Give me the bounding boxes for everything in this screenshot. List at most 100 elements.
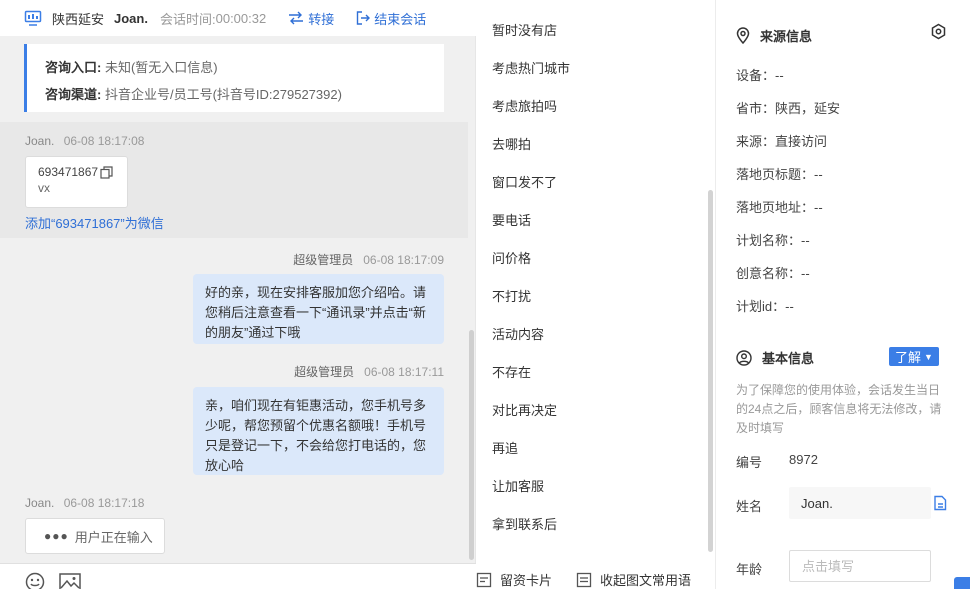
- emoji-icon[interactable]: [25, 572, 45, 589]
- edit-doc-icon[interactable]: [933, 495, 947, 511]
- transfer-button[interactable]: 转接: [288, 9, 334, 28]
- consult-entry-key: 咨询入口:: [45, 60, 102, 75]
- name-value: Joan.: [801, 495, 833, 511]
- typing-dots-icon: ●●●: [44, 529, 69, 543]
- contact-card[interactable]: 693471867 vx: [25, 156, 128, 208]
- landing-title-field: 落地页标题：--: [736, 167, 823, 182]
- message-time: 06-08 18:17:18: [63, 496, 145, 510]
- end-session-label: 结束会话: [374, 11, 427, 27]
- message-sender: 超级管理员: [293, 253, 354, 267]
- image-icon[interactable]: [59, 572, 81, 589]
- session-time: 00:00:32: [215, 10, 267, 26]
- learn-more-dropdown[interactable]: 了解 ▼: [889, 347, 939, 366]
- agent-message-bubble: 亲，咱们现在有钜惠活动，您手机号多少呢，帮您预留个优惠名额哦！手机号只是登记一下…: [193, 387, 444, 475]
- consult-entry-value: 未知(暂无入口信息): [104, 60, 218, 75]
- phrase-item[interactable]: 暂时没有店: [492, 20, 557, 39]
- message-meta: 超级管理员 06-08 18:17:09: [293, 251, 444, 268]
- age-label: 年龄: [736, 562, 763, 577]
- phrase-item[interactable]: 再追: [492, 438, 518, 457]
- consult-channel-row: 咨询渠道: 抖音企业号/员工号(抖音号ID:279527392): [45, 81, 444, 108]
- edit-notice: 为了保障您的使用体验，会话发生当日的24点之后，顾客信息将无法修改，请及时填写: [736, 383, 942, 435]
- consult-entry-row: 咨询入口: 未知(暂无入口信息): [45, 54, 444, 81]
- customer-name: Joan.: [114, 10, 148, 26]
- transfer-icon: [289, 11, 304, 25]
- message-meta: 超级管理员 06-08 18:17:11: [294, 363, 444, 380]
- phrase-item[interactable]: 问价格: [492, 248, 531, 267]
- message-sender: 超级管理员: [294, 365, 355, 379]
- message-sender: Joan.: [25, 134, 55, 148]
- landing-url-field: 落地页地址：--: [736, 200, 823, 215]
- contact-number-row: 693471867: [38, 165, 127, 179]
- name-field[interactable]: Joan.: [789, 487, 931, 519]
- phrase-item[interactable]: 不存在: [492, 362, 531, 381]
- collapse-phrases-button[interactable]: 收起图文常用语: [576, 570, 691, 589]
- phrase-item[interactable]: 拿到联系后: [492, 514, 557, 533]
- add-wechat-link[interactable]: 添加“693471867”为微信: [25, 213, 164, 232]
- copy-icon[interactable]: [100, 165, 113, 179]
- lead-card-button[interactable]: 留资卡片: [476, 570, 552, 589]
- phrase-item[interactable]: 让加客服: [492, 476, 544, 495]
- message-time: 06-08 18:17:09: [363, 253, 444, 267]
- collapse-phrases-label: 收起图文常用语: [600, 573, 692, 588]
- caret-down-icon: ▼: [924, 351, 933, 362]
- message-sender: Joan.: [25, 496, 55, 510]
- message-list[interactable]: Joan. 06-08 18:17:08 693471867 vx 添加“693…: [0, 122, 468, 562]
- id-label: 编号: [736, 455, 763, 470]
- phrase-item[interactable]: 去哪拍: [492, 134, 531, 153]
- phrase-footer: 留资卡片 收起图文常用语: [476, 570, 716, 589]
- contact-type: vx: [38, 181, 50, 195]
- message-time: 06-08 18:17:11: [364, 365, 444, 379]
- chat-header: 陕西延安 Joan. 会话时间: 00:00:32 转接 结束会话: [0, 0, 476, 36]
- phrase-item[interactable]: 活动内容: [492, 324, 544, 343]
- phrase-item[interactable]: 窗口发不了: [492, 172, 557, 191]
- card-icon: [476, 572, 492, 587]
- transfer-label: 转接: [308, 11, 335, 27]
- collapse-icon: [576, 572, 592, 587]
- user-circle-icon: [736, 349, 752, 366]
- basic-info-title: 基本信息: [736, 348, 814, 367]
- learn-more-label: 了解: [895, 350, 922, 365]
- customer-message: Joan. 06-08 18:17:08 693471867 vx 添加“693…: [0, 122, 468, 238]
- customer-location: 陕西延安: [52, 11, 105, 27]
- phrase-item[interactable]: 考虑旅拍吗: [492, 96, 557, 115]
- monitor-icon: [24, 10, 42, 26]
- phrase-item[interactable]: 不打扰: [492, 286, 531, 305]
- source-info-label: 来源信息: [760, 29, 813, 44]
- age-input[interactable]: [789, 550, 931, 582]
- phrase-item[interactable]: 对比再决定: [492, 400, 557, 419]
- phrase-item[interactable]: 考虑热门城市: [492, 58, 570, 77]
- chat-scrollbar[interactable]: [469, 330, 474, 560]
- consult-channel-key: 咨询渠道:: [45, 87, 102, 102]
- contact-number: 693471867: [38, 165, 99, 179]
- basic-info-label: 基本信息: [762, 351, 815, 366]
- consult-info-box: 咨询入口: 未知(暂无入口信息) 咨询渠道: 抖音企业号/员工号(抖音号ID:2…: [24, 44, 444, 112]
- message-meta: Joan. 06-08 18:17:18: [25, 496, 144, 510]
- message-meta: Joan. 06-08 18:17:08: [25, 134, 144, 148]
- typing-text: 用户正在输入: [74, 529, 153, 545]
- floating-action-button[interactable]: [954, 577, 970, 589]
- source-field: 来源：直接访问: [736, 134, 828, 149]
- lead-card-label: 留资卡片: [500, 573, 553, 588]
- chat-panel: 陕西延安 Joan. 会话时间: 00:00:32 转接 结束会话 咨询入口: …: [0, 0, 476, 589]
- message-time: 06-08 18:17:08: [63, 134, 145, 148]
- customer-info-panel: 来源信息 设备：-- 省市：陕西，延安 来源：直接访问 落地页标题：-- 落地页…: [716, 0, 970, 589]
- plan-name-field: 计划名称：--: [736, 233, 810, 248]
- settings-icon[interactable]: [930, 23, 947, 40]
- input-toolbar: [0, 563, 476, 589]
- creative-name-field: 创意名称：--: [736, 266, 810, 281]
- id-value: 8972: [789, 452, 818, 467]
- end-session-button[interactable]: 结束会话: [356, 9, 426, 28]
- quick-phrase-panel: 暂时没有店 考虑热门城市 考虑旅拍吗 去哪拍 窗口发不了 要电话 问价格 不打扰…: [476, 0, 716, 589]
- location-pin-icon: [736, 27, 750, 44]
- phrase-item[interactable]: 要电话: [492, 210, 531, 229]
- consult-channel-value: 抖音企业号/员工号(抖音号ID:279527392): [104, 87, 342, 102]
- device-field: 设备：--: [736, 68, 784, 83]
- phrase-scrollbar[interactable]: [708, 190, 713, 552]
- province-city-field: 省市：陕西，延安: [736, 101, 841, 116]
- session-time-label: 会话时间:: [159, 11, 216, 27]
- typing-indicator: ●●● 用户正在输入: [25, 518, 165, 554]
- exit-icon: [357, 11, 371, 25]
- plan-id-field: 计划id：--: [736, 299, 794, 314]
- name-label: 姓名: [736, 499, 763, 514]
- source-info-title: 来源信息: [736, 26, 812, 45]
